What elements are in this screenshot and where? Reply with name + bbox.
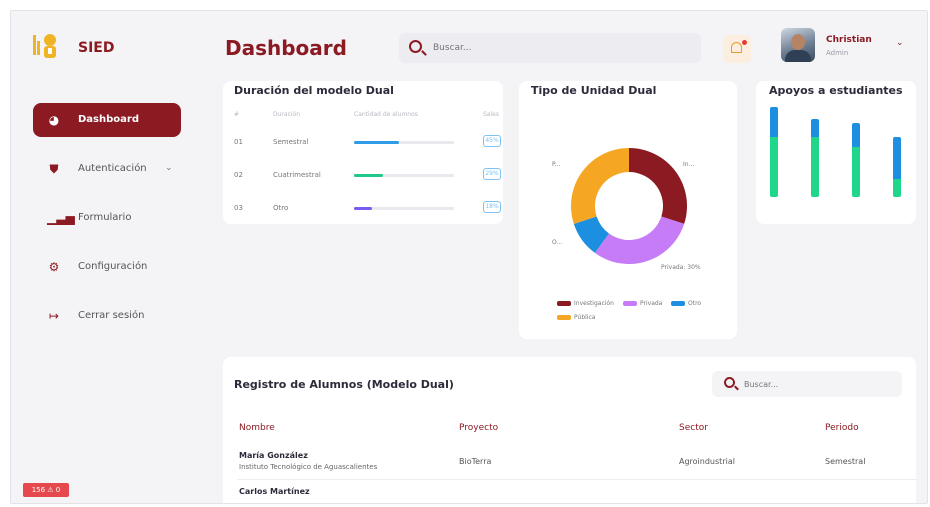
legend-item[interactable]: Otro bbox=[671, 300, 701, 307]
student-period: Semestral bbox=[825, 457, 866, 466]
top-header: SIED Dashboard Christian Admin ⌄ bbox=[11, 11, 927, 79]
progress-fill bbox=[354, 141, 399, 144]
bar-segment[interactable] bbox=[852, 146, 860, 197]
progress-track bbox=[354, 141, 454, 144]
user-role: Admin bbox=[826, 49, 849, 57]
legend-item[interactable]: Investigación bbox=[557, 300, 614, 307]
col-header-proyecto[interactable]: Proyecto bbox=[459, 423, 498, 433]
gear-icon: ⚙ bbox=[48, 260, 60, 274]
legend-item[interactable]: Pública bbox=[557, 314, 595, 321]
percent-badge: 29% bbox=[483, 168, 501, 180]
bell-icon bbox=[731, 42, 742, 53]
search-icon bbox=[724, 377, 735, 388]
search-icon bbox=[409, 40, 422, 53]
progress-fill bbox=[354, 174, 383, 177]
row-label: Cuatrimestral bbox=[273, 171, 321, 179]
student-project: BioTerra bbox=[459, 457, 492, 466]
notification-button[interactable] bbox=[723, 35, 751, 63]
logo-icon bbox=[33, 34, 56, 58]
pie-slice-pública[interactable] bbox=[571, 148, 629, 224]
row-divider bbox=[237, 479, 917, 480]
notification-dot bbox=[742, 40, 747, 45]
progress-track bbox=[354, 174, 454, 177]
col-header-periodo[interactable]: Periodo bbox=[825, 423, 859, 433]
row-label: Semestral bbox=[273, 138, 309, 146]
bar-chart-icon: ▁▃▅ bbox=[47, 211, 75, 225]
student-name: Carlos Martínez bbox=[239, 487, 310, 496]
debug-badge[interactable]: 156 ⚠ 0 bbox=[23, 483, 69, 497]
bar-segment[interactable] bbox=[811, 137, 819, 197]
col-header: # bbox=[234, 111, 240, 118]
sidebar-item-label: Dashboard bbox=[78, 114, 139, 125]
tipo-unidad-title: Tipo de Unidad Dual bbox=[531, 84, 657, 97]
duracion-card bbox=[223, 81, 503, 224]
sidebar-item-dashboard[interactable]: ◕ Dashboard bbox=[33, 103, 181, 137]
app-window: SIED Dashboard Christian Admin ⌄ ◕ Dashb… bbox=[10, 10, 928, 504]
apoyos-card bbox=[756, 81, 916, 224]
bar-segment[interactable] bbox=[811, 119, 819, 137]
shield-icon: ⛊ bbox=[49, 162, 59, 176]
logout-icon: ↦ bbox=[48, 309, 60, 323]
duracion-title: Duración del modelo Dual bbox=[234, 84, 394, 97]
col-header-nombre[interactable]: Nombre bbox=[239, 423, 275, 433]
bar-segment[interactable] bbox=[893, 179, 901, 197]
pie-chart-icon: ◕ bbox=[48, 113, 60, 127]
col-header: Sales bbox=[483, 111, 499, 118]
slice-label: Privada: 30% bbox=[661, 264, 701, 271]
row-number: 01 bbox=[234, 138, 243, 146]
legend-item[interactable]: Privada bbox=[623, 300, 662, 307]
apoyos-title: Apoyos a estudiantes bbox=[769, 84, 903, 97]
slice-label: In... bbox=[683, 161, 695, 168]
sidebar-item-label: Formulario bbox=[78, 212, 132, 223]
sidebar-item-label: Configuración bbox=[78, 261, 148, 272]
student-name: María González bbox=[239, 451, 308, 460]
progress-fill bbox=[354, 207, 372, 210]
donut-chart bbox=[571, 148, 687, 264]
col-header: Cantidad de alumnos bbox=[354, 111, 418, 118]
registro-title: Registro de Alumnos (Modelo Dual) bbox=[234, 378, 454, 391]
row-label: Otro bbox=[273, 204, 289, 212]
chevron-down-icon: ⌄ bbox=[165, 163, 173, 173]
user-name[interactable]: Christian bbox=[826, 35, 872, 45]
chevron-down-icon[interactable]: ⌄ bbox=[896, 38, 904, 48]
search-input[interactable] bbox=[433, 39, 673, 57]
sidebar-item-configuracion[interactable]: ⚙ Configuración bbox=[33, 250, 181, 284]
progress-track bbox=[354, 207, 454, 210]
avatar[interactable] bbox=[781, 28, 815, 62]
table-search-input[interactable] bbox=[744, 376, 884, 392]
student-sector: Agroindustrial bbox=[679, 457, 735, 466]
pie-slice-investigación[interactable] bbox=[629, 148, 687, 224]
col-header: Duración bbox=[273, 111, 301, 118]
slice-label: O... bbox=[552, 239, 563, 246]
sidebar-item-formulario[interactable]: ▁▃▅ Formulario bbox=[33, 201, 181, 235]
sidebar-item-label: Cerrar sesión bbox=[78, 310, 145, 321]
percent-badge: 18% bbox=[483, 201, 501, 213]
bar-segment[interactable] bbox=[893, 137, 901, 179]
bar-segment[interactable] bbox=[770, 107, 778, 137]
row-number: 03 bbox=[234, 204, 243, 212]
student-institution: Instituto Tecnológico de Aguascalientes bbox=[239, 463, 378, 471]
page-title: Dashboard bbox=[225, 36, 347, 60]
sidebar-item-label: Autenticación bbox=[78, 163, 147, 174]
pie-slice-privada[interactable] bbox=[594, 216, 685, 264]
table-search[interactable] bbox=[712, 371, 902, 397]
slice-label: P... bbox=[552, 161, 561, 168]
header-search[interactable] bbox=[399, 33, 701, 63]
bar-segment[interactable] bbox=[770, 137, 778, 197]
percent-badge: 45% bbox=[483, 135, 501, 147]
row-number: 02 bbox=[234, 171, 243, 179]
sidebar-item-cerrar-sesion[interactable]: ↦ Cerrar sesión bbox=[33, 299, 181, 333]
col-header-sector[interactable]: Sector bbox=[679, 423, 708, 433]
brand-name: SIED bbox=[78, 40, 115, 56]
sidebar-item-autenticacion[interactable]: ⛊ Autenticación ⌄ bbox=[33, 152, 181, 186]
bar-segment[interactable] bbox=[852, 122, 860, 147]
